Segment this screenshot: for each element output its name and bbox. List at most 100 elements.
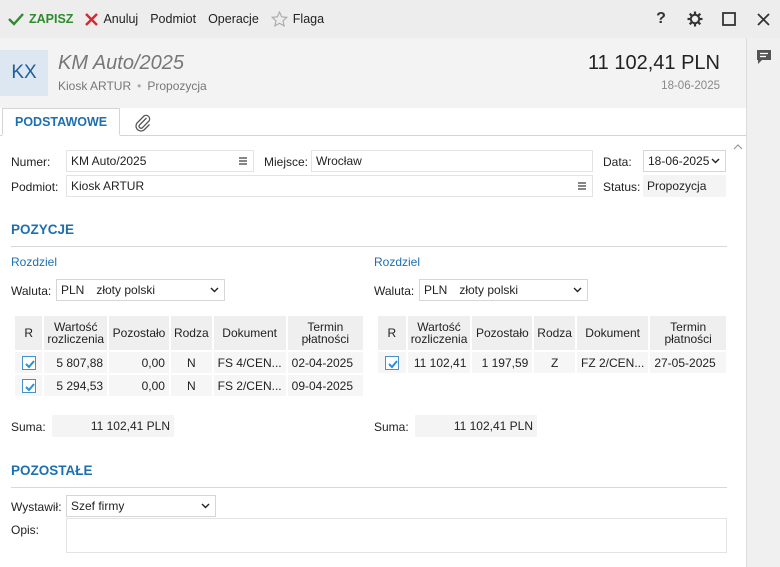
data-label: Data: (603, 155, 632, 169)
column-header-remaining[interactable]: Pozostało (472, 316, 533, 350)
row-checkbox-cell[interactable] (378, 352, 406, 373)
row-document: FS 2/CEN... (213, 375, 286, 396)
podmiot-label: Podmiot: (11, 180, 59, 194)
header-status: Propozycja (147, 79, 207, 93)
date-picker[interactable]: 18-06-2025 (643, 150, 726, 172)
date-value: 18-06-2025 (648, 154, 710, 168)
divider (11, 487, 727, 488)
document-subtitle: Kiosk ARTUR • Propozycja (58, 79, 207, 93)
currency-code-left: PLN (61, 283, 85, 297)
status-field: Propozycja (643, 175, 726, 197)
cancel-button[interactable]: Anuluj (79, 0, 144, 38)
tab-attachments[interactable] (132, 112, 154, 134)
issuer-value: Szef firmy (71, 499, 125, 513)
suma-value-left: 11 102,41 PLN (52, 415, 174, 437)
column-header-due-date[interactable]: Termin płatności (650, 316, 726, 350)
divider (11, 246, 727, 247)
star-icon (270, 11, 288, 27)
tab-bar: PODSTAWOWE (0, 108, 746, 136)
column-header-r[interactable]: R (378, 316, 406, 350)
wystawil-label: Wystawił: (11, 500, 62, 514)
scroll-up-arrow[interactable] (733, 140, 743, 150)
comments-button[interactable] (755, 48, 773, 66)
settings-button[interactable] (678, 0, 712, 38)
row-type: N (170, 352, 212, 373)
positions-section-title: POZYCJE (11, 222, 75, 237)
podmiot-field[interactable]: Kiosk ARTUR (66, 175, 593, 197)
column-header-value[interactable]: Wartość rozliczenia (407, 316, 471, 350)
operacje-menu-label: Operacje (208, 12, 259, 26)
miejsce-label: Miejsce: (264, 155, 309, 169)
miejsce-value: Wrocław (316, 154, 362, 168)
side-panel (746, 38, 780, 567)
currency-select-left[interactable]: PLN złoty polski (56, 279, 225, 301)
currency-select-right[interactable]: PLN złoty polski (419, 279, 588, 301)
description-textarea[interactable] (66, 518, 727, 553)
chevron-down-icon (201, 503, 210, 509)
row-checkbox[interactable] (21, 378, 36, 393)
status-label: Status: (603, 180, 641, 194)
column-header-type[interactable]: Rodza (534, 316, 575, 350)
tab-podstawowe[interactable]: PODSTAWOWE (2, 108, 121, 136)
help-button[interactable]: ? (644, 0, 678, 38)
row-document: FS 4/CEN... (213, 352, 286, 373)
close-window-button[interactable] (746, 0, 780, 38)
row-remaining: 0,00 (109, 375, 169, 396)
rozdziel-link-left[interactable]: Rozdziel (11, 255, 57, 269)
row-type: Z (534, 352, 575, 373)
numer-field[interactable]: KM Auto/2025 (66, 150, 254, 172)
column-header-document[interactable]: Dokument (576, 316, 649, 350)
chevron-down-icon (711, 158, 720, 164)
podmiot-menu-label: Podmiot (150, 12, 197, 26)
numer-label: Numer: (11, 155, 51, 169)
column-header-value[interactable]: Wartość rozliczenia (44, 316, 108, 350)
currency-name-left: złoty polski (96, 283, 156, 297)
waluta-label-right: Waluta: (374, 284, 415, 298)
row-checkbox[interactable] (384, 355, 399, 370)
save-button[interactable]: ZAPISZ (0, 0, 79, 38)
document-amount: 11 102,41 PLN (588, 52, 720, 74)
document-header: KX KM Auto/2025 Kiosk ARTUR • Propozycja 1… (0, 38, 746, 108)
header-contractor: Kiosk ARTUR (58, 79, 132, 93)
table-row[interactable]: 5 294,53 0,00 N FS 2/CEN... 09-04-2025 (15, 375, 363, 396)
issuer-select[interactable]: Szef firmy (66, 495, 216, 517)
comment-icon (757, 50, 771, 64)
row-checkbox-cell[interactable] (15, 352, 43, 373)
column-header-due-date[interactable]: Termin płatności (287, 316, 363, 350)
flag-button[interactable]: Flaga (265, 0, 330, 38)
operacje-menu[interactable]: Operacje (202, 0, 265, 38)
close-window-icon (756, 12, 770, 26)
positions-table-left: R Wartość rozliczenia Pozostało Rodza Do… (13, 314, 365, 398)
row-checkbox-cell[interactable] (15, 375, 43, 396)
document-type-badge: KX (0, 50, 48, 96)
checkmark-icon (24, 360, 35, 369)
row-value: 11 102,41 (407, 352, 471, 373)
column-header-r[interactable]: R (15, 316, 43, 350)
column-header-type[interactable]: Rodza (170, 316, 212, 350)
checkmark-icon (8, 13, 24, 26)
rozdziel-link-right[interactable]: Rozdziel (374, 255, 420, 269)
column-header-document[interactable]: Dokument (213, 316, 286, 350)
table-row[interactable]: 5 807,88 0,00 N FS 4/CEN... 02-04-2025 (15, 352, 363, 373)
row-checkbox[interactable] (21, 355, 36, 370)
suma-value-right: 11 102,41 PLN (415, 415, 537, 437)
other-section-title: POZOSTAŁE (11, 463, 93, 478)
checkmark-icon (388, 360, 398, 369)
document-date: 18-06-2025 (661, 80, 720, 92)
help-icon: ? (656, 10, 666, 27)
currency-name-right: złoty polski (459, 283, 519, 297)
document-title: KM Auto/2025 (58, 52, 185, 74)
table-row[interactable]: 11 102,41 1 197,59 Z FZ 2/CEN... 27-05-2… (378, 352, 726, 373)
row-remaining: 1 197,59 (472, 352, 533, 373)
chevron-up-icon (733, 144, 743, 150)
chevron-down-icon (210, 287, 219, 293)
menu-lines-icon[interactable] (576, 180, 588, 192)
miejsce-field[interactable]: Wrocław (311, 150, 593, 172)
menu-lines-icon[interactable] (237, 155, 249, 167)
column-header-remaining[interactable]: Pozostało (109, 316, 169, 350)
row-document: FZ 2/CEN... (576, 352, 649, 373)
podmiot-menu[interactable]: Podmiot (144, 0, 202, 38)
row-type: N (170, 375, 212, 396)
maximize-button[interactable] (712, 0, 746, 38)
row-value: 5 807,88 (44, 352, 108, 373)
